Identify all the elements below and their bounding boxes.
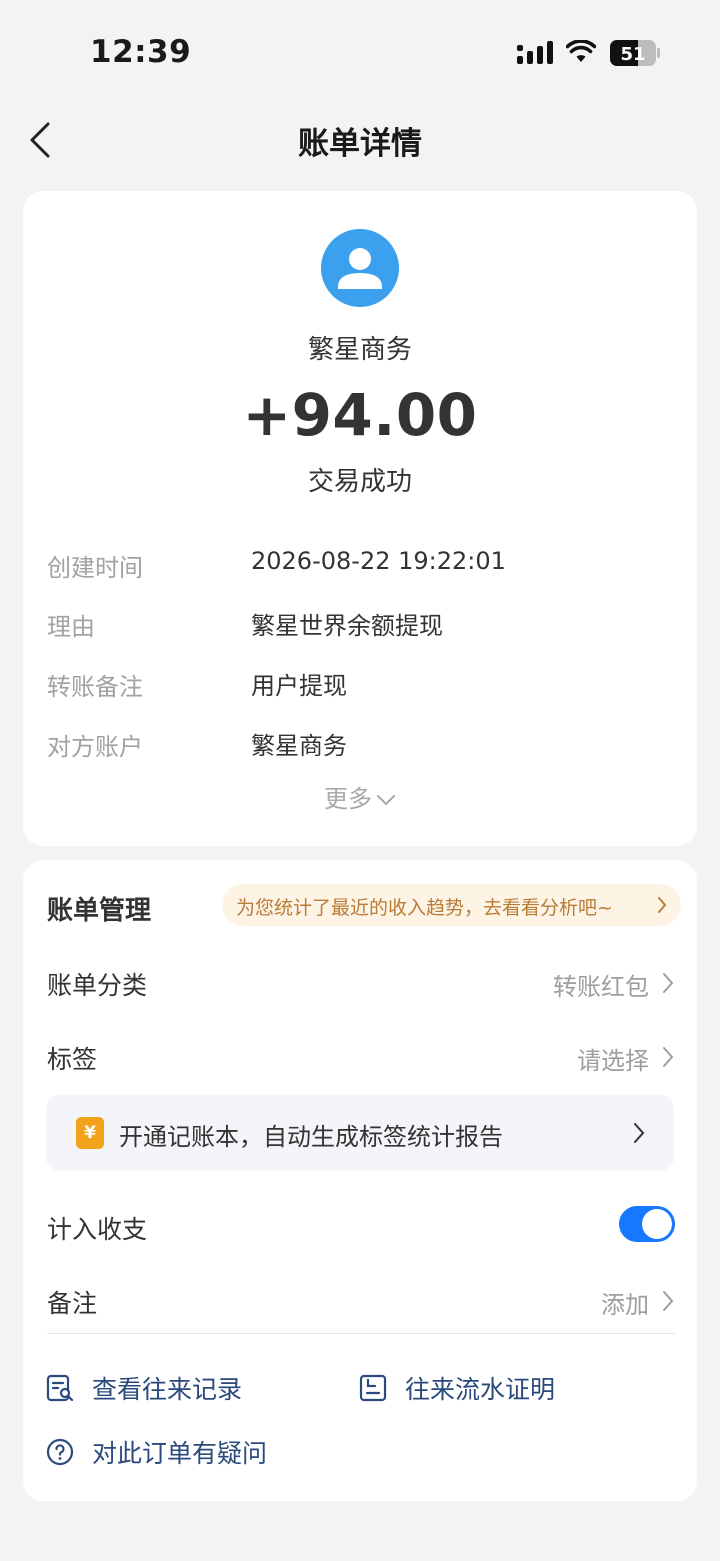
record-search-icon <box>46 1374 74 1402</box>
detail-label: 理由 <box>47 613 95 641</box>
transaction-amount: +94.00 <box>242 381 478 449</box>
chevron-right-icon <box>658 897 667 913</box>
link-label: 对此订单有疑问 <box>92 1439 268 1468</box>
income-trend-tip[interactable]: 为您统计了最近的收入趋势，去看看分析吧~ <box>222 884 681 926</box>
order-question-link[interactable]: 对此订单有疑问 <box>46 1430 306 1470</box>
merchant-avatar <box>321 229 399 307</box>
row-value: 转账红包 <box>553 973 649 1001</box>
page-title: 账单详情 <box>298 126 422 162</box>
detail-row-transfer-note: 转账备注 用户提现 <box>47 662 677 702</box>
include-in-balance-toggle[interactable] <box>619 1206 675 1242</box>
detail-label: 对方账户 <box>47 733 143 761</box>
navigation-bar: 账单详情 <box>0 100 720 180</box>
detail-row-created-time: 创建时间 2026-08-22 19:22:01 <box>47 543 677 583</box>
row-value: 请选择 <box>577 1047 649 1075</box>
section-title: 账单管理 <box>47 896 152 926</box>
merchant-name: 繁星商务 <box>307 335 412 365</box>
tip-text: 为您统计了最近的收入趋势，去看看分析吧~ <box>236 897 613 919</box>
more-details-button[interactable]: 更多 <box>23 779 697 814</box>
link-label: 查看往来记录 <box>92 1375 243 1404</box>
chevron-right-icon <box>634 1123 645 1143</box>
chevron-right-icon <box>663 973 674 993</box>
detail-value: 繁星世界余额提现 <box>251 612 443 640</box>
divider <box>47 1333 675 1334</box>
wifi-icon <box>566 40 596 62</box>
ledger-promo-banner[interactable]: ¥ 开通记账本，自动生成标签统计报告 <box>46 1095 674 1171</box>
status-bar: 12:39 51 <box>0 0 720 100</box>
yen-icon: ¥ <box>76 1117 104 1149</box>
battery-icon: 51 <box>610 40 660 66</box>
bill-management-card: 账单管理 为您统计了最近的收入趋势，去看看分析吧~ 账单分类 转账红包 标签 请… <box>23 860 697 1501</box>
toggle-knob <box>642 1209 672 1239</box>
chevron-right-icon <box>663 1047 674 1067</box>
detail-row-reason: 理由 繁星世界余额提现 <box>47 602 677 642</box>
detail-label: 转账备注 <box>47 673 143 701</box>
battery-level: 51 <box>620 44 645 65</box>
transaction-status: 交易成功 <box>307 467 412 497</box>
more-label: 更多 <box>324 785 372 813</box>
status-time: 12:39 <box>90 34 192 70</box>
row-label: 计入收支 <box>47 1215 148 1244</box>
promo-text: 开通记账本，自动生成标签统计报告 <box>119 1123 503 1151</box>
chevron-right-icon <box>663 1291 674 1311</box>
link-label: 往来流水证明 <box>405 1375 556 1404</box>
detail-value: 2026-08-22 19:22:01 <box>251 547 506 575</box>
chevron-down-icon <box>377 795 395 806</box>
transaction-proof-link[interactable]: 往来流水证明 <box>359 1366 589 1406</box>
cellular-signal-icon <box>517 41 553 64</box>
document-icon <box>359 1374 387 1402</box>
user-icon <box>338 248 382 289</box>
row-label: 标签 <box>47 1045 98 1074</box>
row-label: 备注 <box>47 1289 98 1318</box>
detail-value: 用户提现 <box>251 672 347 700</box>
row-value: 添加 <box>601 1291 649 1319</box>
tag-row[interactable]: 标签 请选择 <box>47 1032 675 1082</box>
help-circle-icon <box>46 1438 74 1466</box>
note-row[interactable]: 备注 添加 <box>47 1276 675 1326</box>
bill-detail-page: 12:39 51 账单详情 繁星商务 +94.00 交易成功 创建时间 2026… <box>0 0 720 1561</box>
transaction-card: 繁星商务 +94.00 交易成功 创建时间 2026-08-22 19:22:0… <box>23 191 697 846</box>
detail-row-counterparty: 对方账户 繁星商务 <box>47 722 677 762</box>
view-history-link[interactable]: 查看往来记录 <box>46 1366 276 1406</box>
detail-value: 繁星商务 <box>251 732 347 760</box>
row-label: 账单分类 <box>47 971 148 1000</box>
detail-label: 创建时间 <box>47 554 143 582</box>
include-in-balance-row: 计入收支 <box>47 1202 675 1252</box>
bill-category-row[interactable]: 账单分类 转账红包 <box>47 958 675 1008</box>
